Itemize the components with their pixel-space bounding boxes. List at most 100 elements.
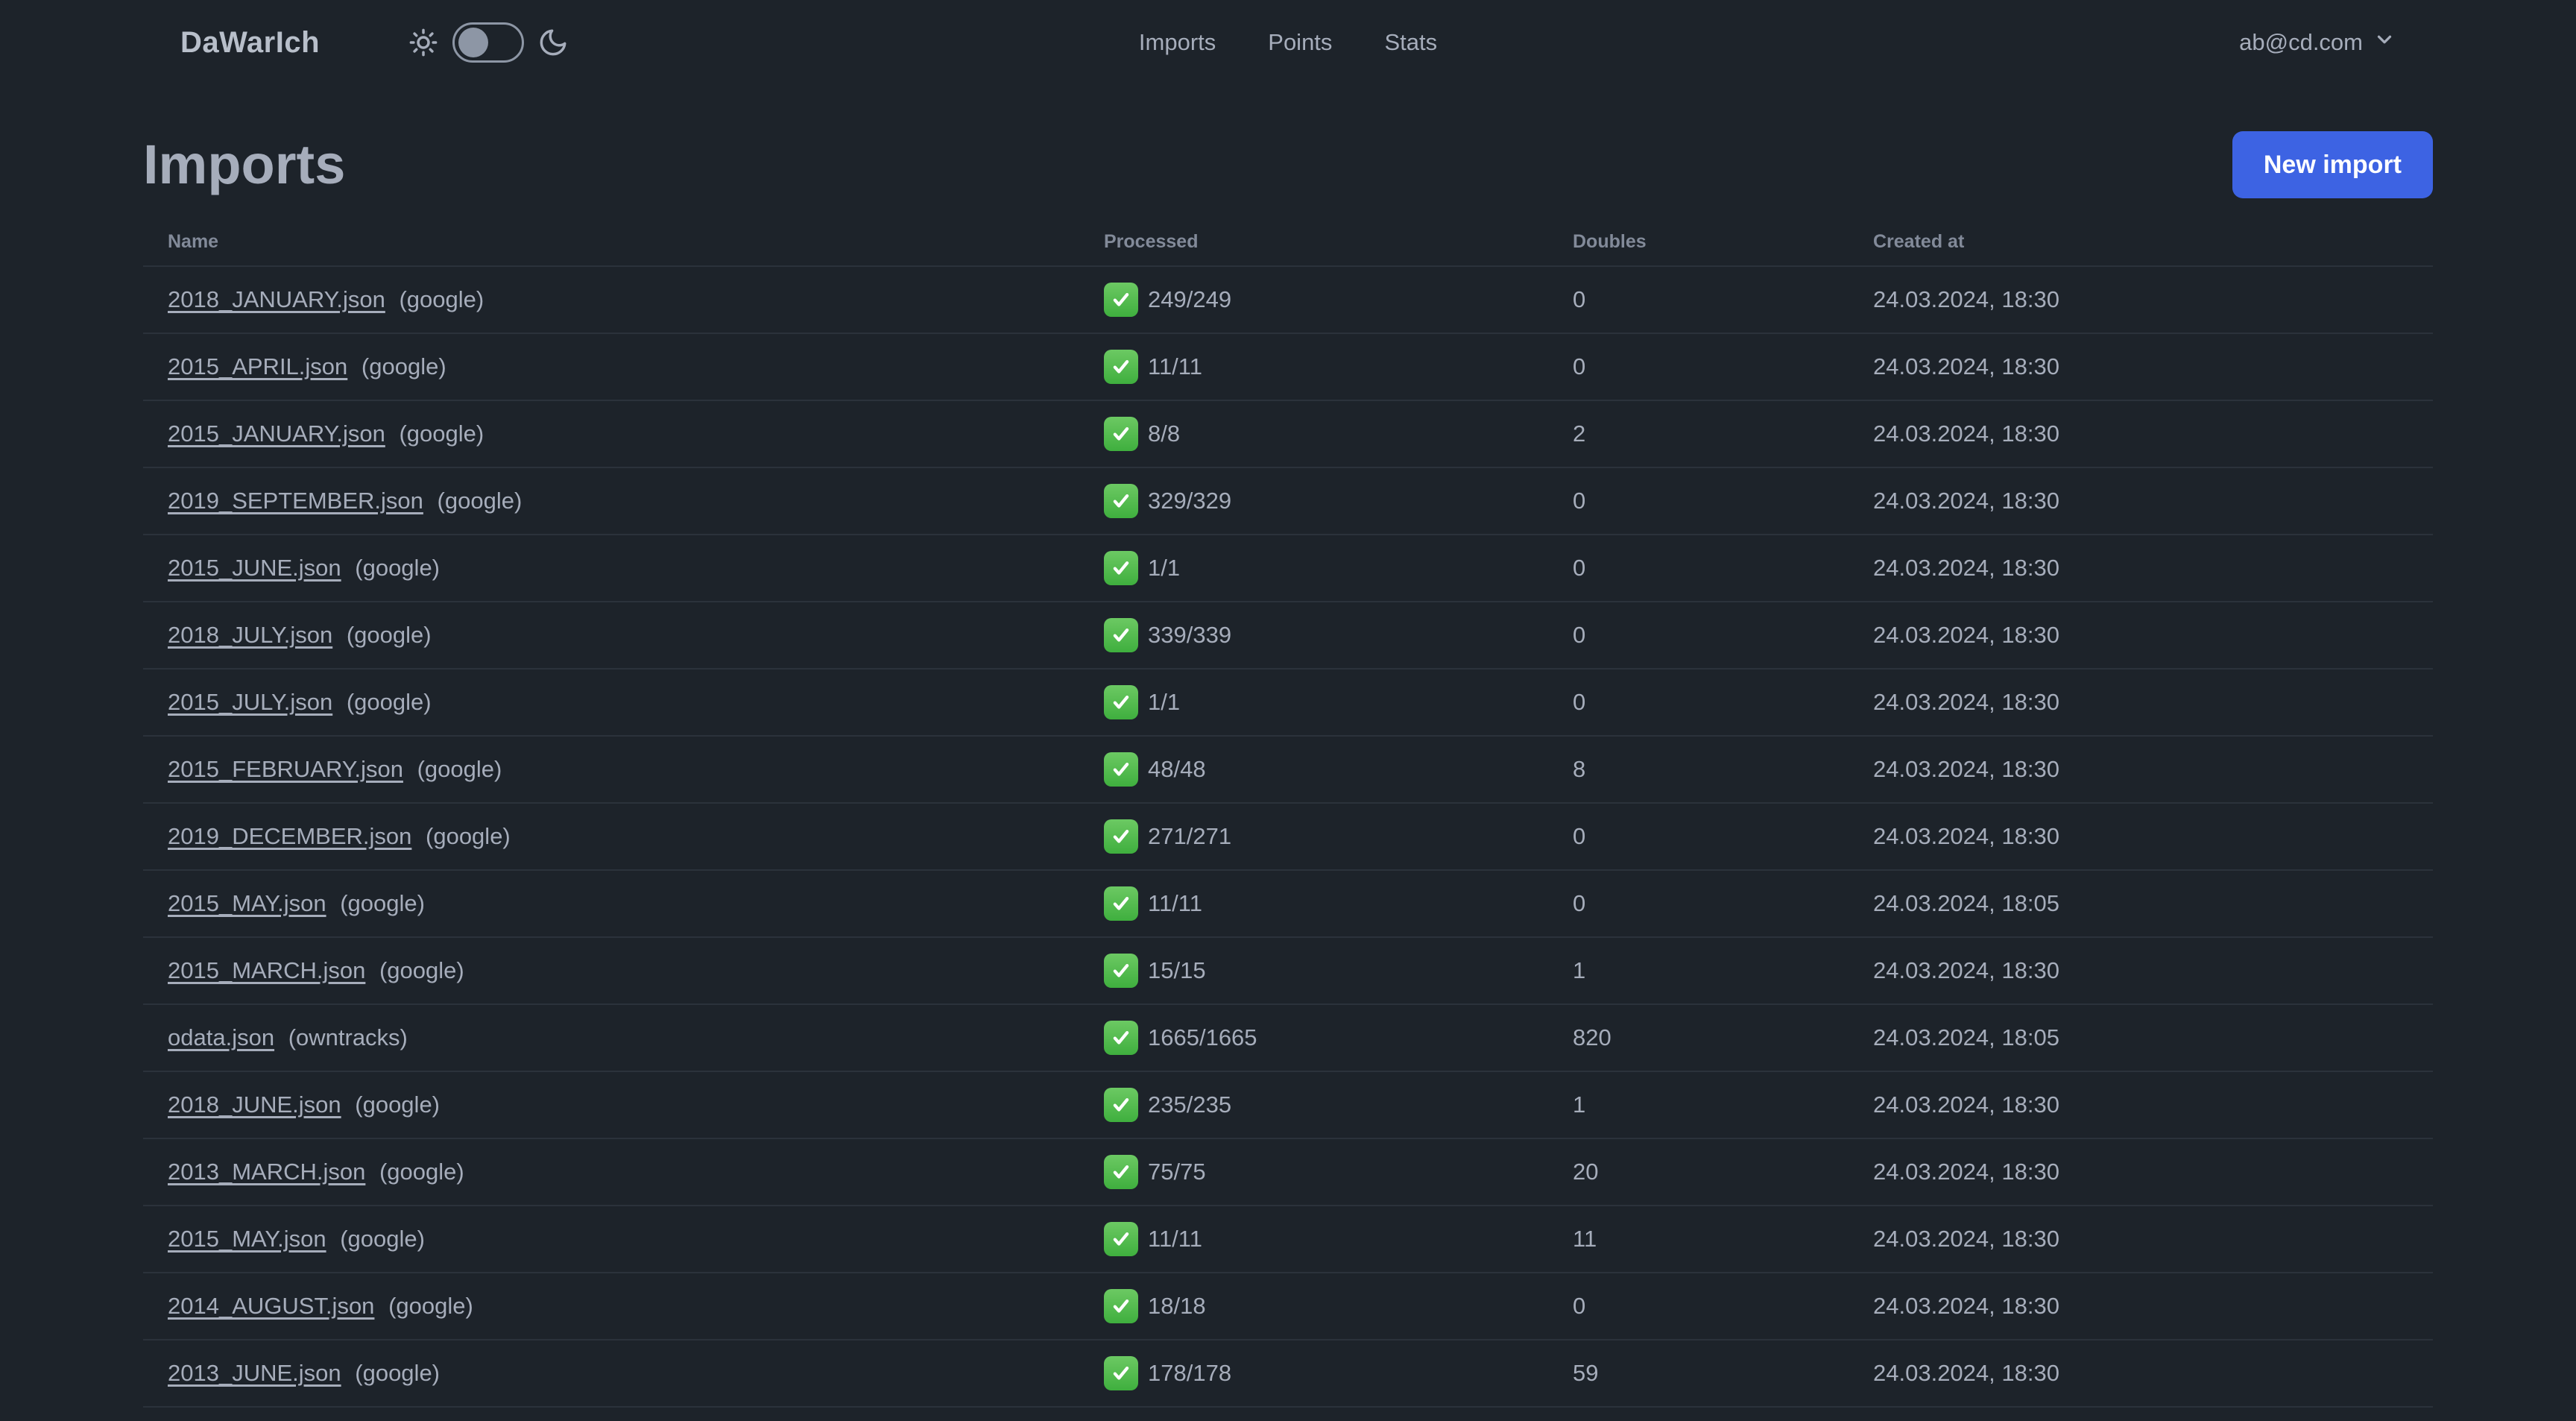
nav-link-imports[interactable]: Imports — [1139, 29, 1216, 56]
import-file-link[interactable]: 2014_AUGUST.json — [168, 1293, 374, 1319]
table-row: 2018_JANUARY.json (google) 249/249 0 24.… — [143, 267, 2433, 334]
table-row: 2015_APRIL.json (google) 11/11 0 24.03.2… — [143, 334, 2433, 401]
page-title: Imports — [143, 133, 346, 195]
check-icon — [1104, 1289, 1138, 1323]
name-cell: 2019_SEPTEMBER.json (google) — [168, 488, 1104, 514]
import-file-link[interactable]: 2018_JUNE.json — [168, 1091, 341, 1118]
name-cell: 2015_JULY.json (google) — [168, 689, 1104, 716]
account-menu[interactable]: ab@cd.com — [2239, 28, 2396, 57]
processed-count: 11/11 — [1148, 890, 1202, 916]
imports-page: Imports New import Name Processed Double… — [143, 131, 2433, 1421]
check-icon — [1104, 283, 1138, 317]
table-row: 2014_AUGUST.json (google) 18/18 0 24.03.… — [143, 1273, 2433, 1340]
import-file-link[interactable]: 2015_JUNE.json — [168, 555, 341, 581]
table-row: 2015_FEBRUARY.json (google) 48/48 8 24.0… — [143, 737, 2433, 804]
processed-cell: 329/329 — [1104, 484, 1573, 518]
name-cell: 2013_MARCH.json (google) — [168, 1159, 1104, 1185]
import-file-link[interactable]: 2015_MAY.json — [168, 890, 326, 916]
processed-count: 339/339 — [1148, 622, 1232, 648]
import-file-link[interactable]: 2013_MARCH.json — [168, 1159, 365, 1185]
import-file-link[interactable]: odata.json — [168, 1024, 274, 1050]
processed-cell: 271/271 — [1104, 819, 1573, 854]
import-file-link[interactable]: 2015_APRIL.json — [168, 353, 347, 379]
import-source: (google) — [346, 689, 432, 715]
processed-cell: 1/1 — [1104, 551, 1573, 585]
check-icon — [1104, 484, 1138, 518]
doubles-count: 0 — [1573, 1293, 1586, 1319]
created-at: 24.03.2024, 18:30 — [1873, 488, 2059, 514]
doubles-count: 0 — [1573, 823, 1586, 849]
processed-cell: 18/18 — [1104, 1289, 1573, 1323]
check-icon — [1104, 954, 1138, 988]
check-icon — [1104, 886, 1138, 921]
processed-cell: 11/11 — [1104, 886, 1573, 921]
processed-count: 48/48 — [1148, 756, 1206, 782]
name-cell: odata.json (owntracks) — [168, 1024, 1104, 1051]
theme-toggle-switch[interactable] — [452, 22, 525, 63]
name-cell: 2014_AUGUST.json (google) — [168, 1293, 1104, 1320]
doubles-count: 1 — [1573, 1091, 1586, 1118]
import-file-link[interactable]: 2015_FEBRUARY.json — [168, 756, 403, 782]
name-cell: 2019_DECEMBER.json (google) — [168, 823, 1104, 850]
import-file-link[interactable]: 2013_JUNE.json — [168, 1360, 341, 1386]
chevron-down-icon — [2373, 28, 2396, 57]
processed-cell: 75/75 — [1104, 1155, 1573, 1189]
processed-cell: 339/339 — [1104, 618, 1573, 652]
theme-toggle-knob — [458, 28, 489, 57]
import-file-link[interactable]: 2019_SEPTEMBER.json — [168, 488, 423, 514]
doubles-count: 2 — [1573, 420, 1586, 447]
table-row — [143, 1408, 2433, 1421]
import-source: (google) — [426, 823, 511, 849]
table-row: 2015_MAY.json (google) 11/11 11 24.03.20… — [143, 1206, 2433, 1273]
table-row: odata.json (owntracks) 1665/1665 820 24.… — [143, 1005, 2433, 1072]
name-cell: 2015_APRIL.json (google) — [168, 353, 1104, 380]
check-icon — [1104, 551, 1138, 585]
import-file-link[interactable]: 2015_MARCH.json — [168, 957, 365, 983]
processed-cell: 8/8 — [1104, 417, 1573, 451]
import-source: (google) — [437, 488, 523, 514]
processed-cell: 178/178 — [1104, 1356, 1573, 1390]
import-source: (google) — [379, 1159, 464, 1185]
nav-link-stats[interactable]: Stats — [1384, 29, 1437, 56]
import-file-link[interactable]: 2018_JANUARY.json — [168, 286, 385, 312]
sun-icon — [408, 27, 439, 58]
table-row: 2013_MARCH.json (google) 75/75 20 24.03.… — [143, 1139, 2433, 1206]
created-at: 24.03.2024, 18:30 — [1873, 1293, 2059, 1319]
app-logo[interactable]: DaWarIch — [180, 26, 320, 60]
table-row: 2015_MAY.json (google) 11/11 0 24.03.202… — [143, 871, 2433, 938]
created-at: 24.03.2024, 18:30 — [1873, 555, 2059, 581]
import-file-link[interactable]: 2015_JANUARY.json — [168, 420, 385, 447]
table-header-row: Name Processed Doubles Created at — [143, 218, 2433, 267]
doubles-count: 0 — [1573, 353, 1586, 379]
doubles-count: 820 — [1573, 1024, 1611, 1050]
created-at: 24.03.2024, 18:30 — [1873, 1360, 2059, 1386]
import-file-link[interactable]: 2019_DECEMBER.json — [168, 823, 411, 849]
created-at: 24.03.2024, 18:30 — [1873, 756, 2059, 782]
check-icon — [1104, 1222, 1138, 1256]
processed-cell: 1665/1665 — [1104, 1021, 1573, 1055]
check-icon — [1104, 685, 1138, 719]
nav-link-points[interactable]: Points — [1268, 29, 1332, 56]
created-at: 24.03.2024, 18:30 — [1873, 286, 2059, 312]
column-header-name: Name — [168, 230, 219, 252]
doubles-count: 0 — [1573, 555, 1586, 581]
new-import-button[interactable]: New import — [2232, 131, 2433, 198]
import-source: (google) — [361, 353, 446, 379]
processed-count: 18/18 — [1148, 1293, 1206, 1319]
name-cell: 2013_JUNE.json (google) — [168, 1360, 1104, 1387]
check-icon — [1104, 752, 1138, 787]
doubles-count: 0 — [1573, 622, 1586, 648]
doubles-count: 20 — [1573, 1159, 1599, 1185]
doubles-count: 11 — [1573, 1226, 1597, 1252]
import-file-link[interactable]: 2018_JULY.json — [168, 622, 332, 648]
created-at: 24.03.2024, 18:30 — [1873, 420, 2059, 447]
import-source: (google) — [355, 1360, 441, 1386]
processed-count: 1/1 — [1148, 555, 1181, 581]
import-source: (google) — [355, 555, 441, 581]
created-at: 24.03.2024, 18:05 — [1873, 1024, 2059, 1050]
import-file-link[interactable]: 2015_JULY.json — [168, 689, 332, 715]
import-file-link[interactable]: 2015_MAY.json — [168, 1226, 326, 1252]
processed-count: 249/249 — [1148, 286, 1232, 312]
table-row: 2015_JUNE.json (google) 1/1 0 24.03.2024… — [143, 535, 2433, 602]
column-header-processed: Processed — [1104, 230, 1199, 252]
